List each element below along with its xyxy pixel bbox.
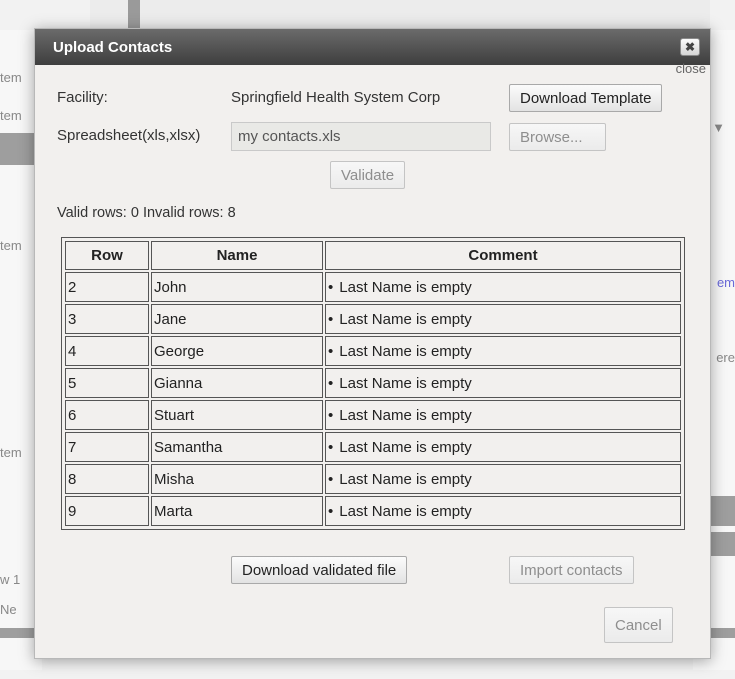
bullet-icon: • (328, 438, 334, 456)
table-row: 7 Samantha • Last Name is empty (65, 432, 681, 462)
table-row: 8 Misha • Last Name is empty (65, 464, 681, 494)
dialog-titlebar[interactable]: Upload Contacts ✖ (35, 29, 710, 65)
upload-contacts-dialog: Upload Contacts ✖ close Facility: Spring… (34, 28, 711, 659)
background-bar (711, 496, 735, 526)
download-template-button[interactable]: Download Template (509, 84, 663, 112)
cancel-button[interactable]: Cancel (604, 607, 673, 643)
row-comment: • Last Name is empty (325, 368, 681, 398)
table-row: 5 Gianna • Last Name is empty (65, 368, 681, 398)
contact-name: Marta (151, 496, 323, 526)
contact-name: Stuart (151, 400, 323, 430)
row-comment: • Last Name is empty (325, 304, 681, 334)
column-header-comment: Comment (325, 241, 681, 270)
bullet-icon: • (328, 502, 334, 520)
import-contacts-button[interactable]: Import contacts (509, 556, 634, 584)
contact-name: Misha (151, 464, 323, 494)
comment-text: Last Name is empty (339, 342, 472, 360)
contact-name: John (151, 272, 323, 302)
table-row: 3 Jane • Last Name is empty (65, 304, 681, 334)
comment-text: Last Name is empty (339, 278, 472, 296)
comment-text: Last Name is empty (339, 374, 472, 392)
row-number: 6 (65, 400, 149, 430)
row-number: 9 (65, 496, 149, 526)
row-comment: • Last Name is empty (325, 272, 681, 302)
contact-name: Samantha (151, 432, 323, 462)
bullet-icon: • (328, 342, 334, 360)
facility-value: Springfield Health System Corp (231, 89, 441, 106)
contact-name: George (151, 336, 323, 366)
row-number: 8 (65, 464, 149, 494)
comment-text: Last Name is empty (339, 406, 472, 424)
row-number: 2 (65, 272, 149, 302)
spreadsheet-file-field[interactable] (231, 122, 491, 151)
row-comment: • Last Name is empty (325, 336, 681, 366)
contact-name: Jane (151, 304, 323, 334)
contact-name: Gianna (151, 368, 323, 398)
comment-text: Last Name is empty (339, 438, 472, 456)
row-comment: • Last Name is empty (325, 464, 681, 494)
bullet-icon: • (328, 470, 334, 488)
background-bar (711, 532, 735, 556)
row-number: 7 (65, 432, 149, 462)
background-label: tem (0, 445, 22, 460)
background-label: tem (0, 70, 22, 85)
table-row: 2 John • Last Name is empty (65, 272, 681, 302)
background-label: w 1 (0, 572, 21, 587)
table-row: 6 Stuart • Last Name is empty (65, 400, 681, 430)
facility-label: Facility: (57, 89, 108, 106)
column-header-name: Name (151, 241, 323, 270)
column-header-row: Row (65, 241, 149, 270)
row-comment: • Last Name is empty (325, 400, 681, 430)
comment-text: Last Name is empty (339, 502, 472, 520)
comment-text: Last Name is empty (339, 310, 472, 328)
table-header-row: Row Name Comment (65, 241, 681, 270)
background-label: Ne (0, 602, 17, 617)
validation-summary: Valid rows: 0 Invalid rows: 8 (57, 205, 236, 221)
background-bar (0, 133, 34, 165)
background-link: em (716, 275, 735, 290)
validate-button[interactable]: Validate (330, 161, 406, 189)
comment-text: Last Name is empty (339, 470, 472, 488)
bullet-icon: • (328, 310, 334, 328)
table-row: 9 Marta • Last Name is empty (65, 496, 681, 526)
browse-button[interactable]: Browse... (509, 123, 606, 151)
row-number: 3 (65, 304, 149, 334)
background-dropdown-arrow: ▼ (712, 120, 725, 135)
bullet-icon: • (328, 374, 334, 392)
row-comment: • Last Name is empty (325, 496, 681, 526)
background-label: tem (0, 108, 22, 123)
background-header (90, 0, 710, 30)
background-label: tem (0, 238, 22, 253)
validation-results-table: Row Name Comment 2 John • Last Name is em… (61, 237, 685, 530)
background-label: ere (716, 350, 735, 365)
table-row: 4 George • Last Name is empty (65, 336, 681, 366)
background-tab (128, 0, 140, 30)
row-comment: • Last Name is empty (325, 432, 681, 462)
download-validated-file-button[interactable]: Download validated file (231, 556, 408, 584)
row-number: 5 (65, 368, 149, 398)
row-number: 4 (65, 336, 149, 366)
close-icon[interactable]: ✖ (680, 38, 700, 56)
bullet-icon: • (328, 278, 334, 296)
spreadsheet-label: Spreadsheet(xls,xlsx) (57, 127, 201, 144)
close-label[interactable]: close (676, 61, 706, 76)
bullet-icon: • (328, 406, 334, 424)
dialog-title: Upload Contacts (53, 39, 173, 56)
